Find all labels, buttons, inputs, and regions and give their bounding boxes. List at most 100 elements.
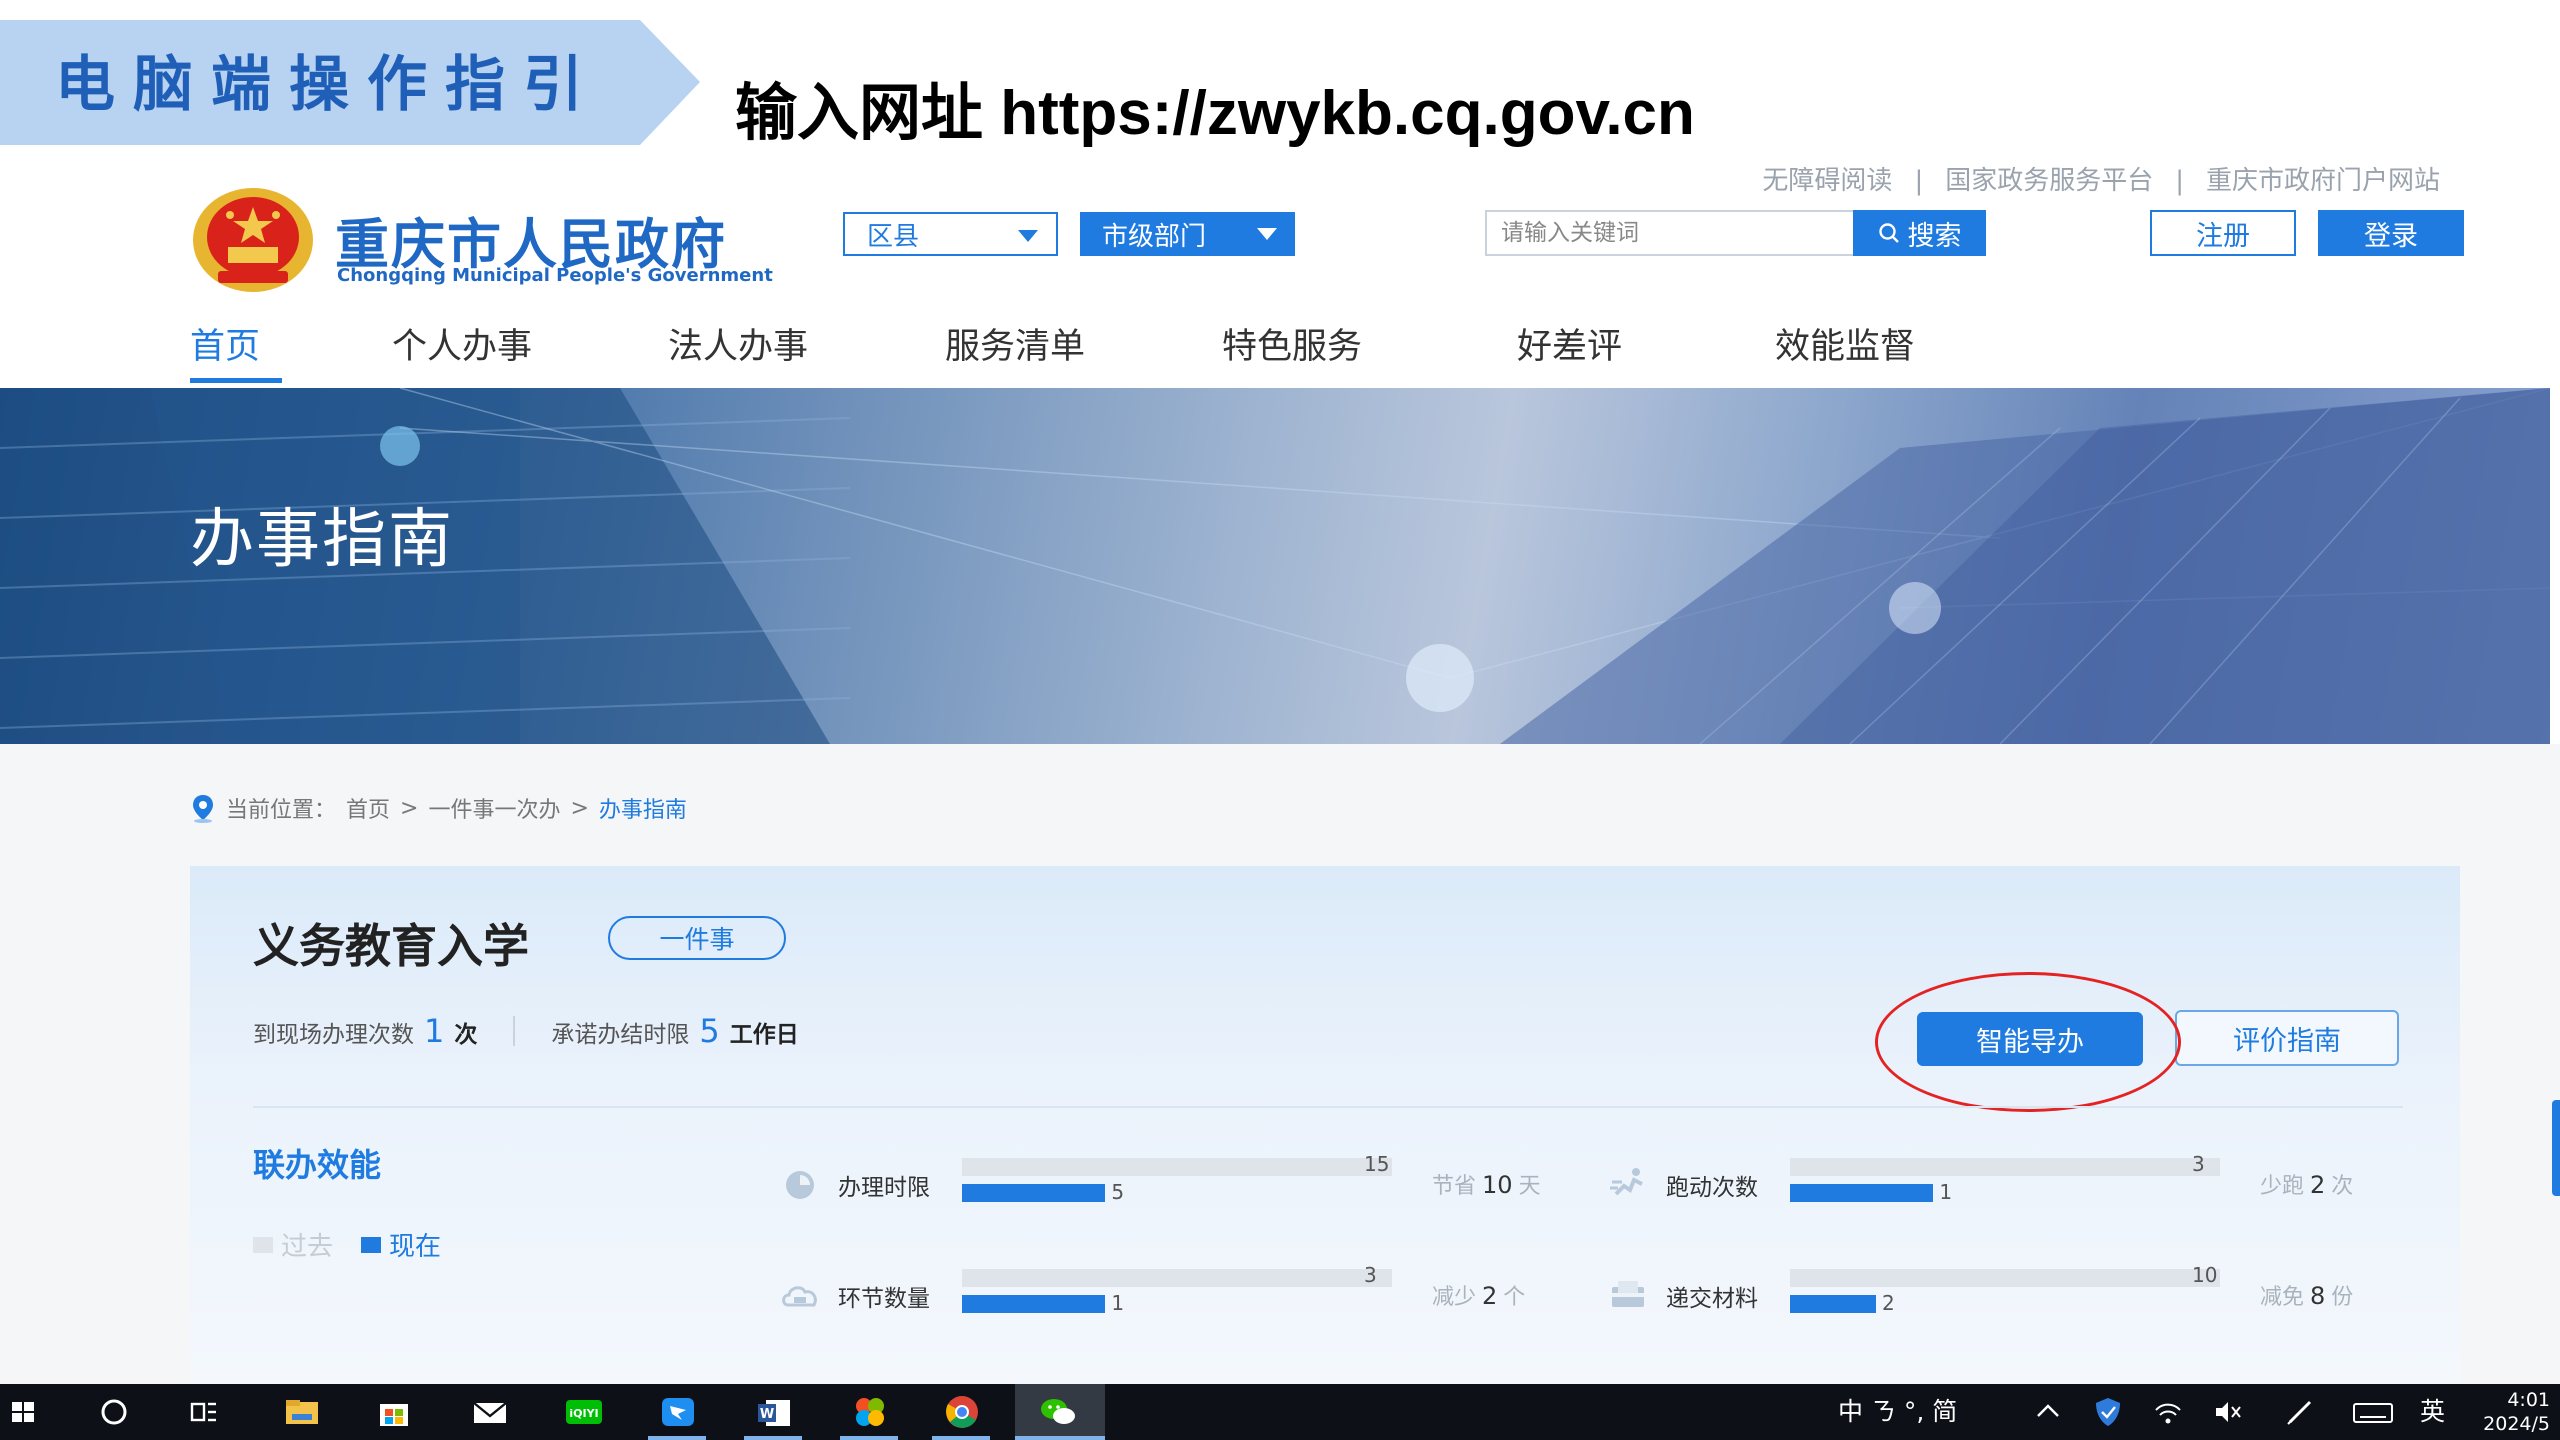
hero-title: 办事指南 [190, 503, 454, 577]
stat-divider [513, 1016, 516, 1046]
app-running-indicator [840, 1436, 898, 1440]
nav-rating[interactable]: 好差评 [1517, 318, 1622, 369]
ime-indicator[interactable]: 中 ㄋ °, 简 [1838, 1392, 1957, 1428]
link-accessible-reading[interactable]: 无障碍阅读 [1762, 166, 1892, 196]
word-icon[interactable]: W [752, 1392, 796, 1432]
nav-home[interactable]: 首页 [190, 318, 260, 369]
wechat-icon[interactable] [1036, 1392, 1080, 1432]
shield-icon[interactable] [2090, 1392, 2126, 1432]
nav-active-underline [190, 378, 282, 383]
top-links: 无障碍阅读 | 国家政务服务平台 | 重庆市政府门户网站 [1762, 166, 2440, 196]
search-input[interactable]: 请输入关键词 [1485, 210, 1855, 256]
app-running-indicator [648, 1436, 706, 1440]
login-button[interactable]: 登录 [2318, 210, 2464, 256]
bar-now [1790, 1184, 1934, 1202]
nav-personal[interactable]: 个人办事 [392, 318, 532, 369]
keyboard-icon[interactable] [2350, 1392, 2396, 1432]
metric-label: 递交材料 [1666, 1286, 1758, 1312]
search-icon [1878, 223, 1899, 243]
evaluate-guide-button[interactable]: 评价指南 [2175, 1010, 2399, 1066]
bar-now [962, 1184, 1106, 1202]
bar-now-value: 1 [1111, 1291, 1125, 1315]
site-logo-english: Chongqing Municipal People's Government [337, 265, 773, 286]
bar-past [962, 1158, 1392, 1176]
search-button-label: 搜索 [1907, 220, 1962, 252]
svg-text:W: W [760, 1407, 774, 1422]
service-stats: 到现场办理次数 1 次 承诺办结时限 5 工作日 [253, 1012, 799, 1050]
location-pin-icon [193, 795, 213, 823]
breadcrumb-current: 办事指南 [598, 798, 687, 823]
iqiyi-icon[interactable]: iQIYI [562, 1392, 606, 1432]
link-national-service-platform[interactable]: 国家政务服务平台 [1945, 166, 2153, 196]
bar-past-value: 15 [1364, 1152, 1390, 1176]
pinwheel-app-icon[interactable] [848, 1392, 892, 1432]
chevron-up-icon[interactable] [2030, 1392, 2066, 1432]
card-divider [253, 1106, 2403, 1108]
one-thing-tag: 一件事 [608, 916, 786, 960]
national-emblem-icon [193, 188, 313, 292]
department-select[interactable]: 市级部门 [1080, 212, 1295, 256]
system-clock[interactable]: 4:01 2024/5 [2483, 1388, 2550, 1436]
link-chongqing-portal[interactable]: 重庆市政府门户网站 [2206, 166, 2440, 196]
chevron-down-icon [1257, 228, 1277, 240]
limit-value: 5 [699, 1012, 720, 1050]
nav-corporate[interactable]: 法人办事 [668, 318, 808, 369]
breadcrumb-home[interactable]: 首页 [346, 792, 390, 824]
metric-label: 办理时限 [838, 1175, 930, 1201]
metric-saving: 节省 10 天 [1432, 1171, 1541, 1199]
legend-past-swatch [253, 1236, 273, 1253]
chart-legend: 过去 现在 [253, 1226, 441, 1263]
dingtalk-icon[interactable] [656, 1392, 700, 1432]
legend-past-label: 过去 [281, 1232, 334, 1262]
pen-icon[interactable] [2282, 1392, 2318, 1432]
metric-saving: 减免 8 份 [2260, 1282, 2354, 1310]
search-circle-icon[interactable] [92, 1392, 136, 1432]
service-title: 义务教育入学 [253, 919, 529, 973]
bar-now-value: 5 [1111, 1180, 1125, 1204]
bar-past-value: 3 [2192, 1152, 2205, 1176]
nav-supervision[interactable]: 效能监督 [1775, 318, 1915, 369]
runner-icon [1610, 1168, 1643, 1196]
breadcrumb-prefix: 当前位置： [226, 798, 337, 823]
wifi-icon[interactable] [2150, 1392, 2186, 1432]
side-float-tab[interactable] [2552, 1100, 2560, 1196]
bar-now [1790, 1295, 1876, 1313]
bar-past [1790, 1158, 2220, 1176]
windows-start-icon[interactable] [2, 1392, 46, 1432]
metric-label: 环节数量 [838, 1286, 930, 1312]
search-button[interactable]: 搜索 [1853, 210, 1986, 256]
breadcrumb-separator: > [400, 795, 419, 821]
nav-special-services[interactable]: 特色服务 [1222, 318, 1362, 369]
chrome-icon[interactable] [940, 1392, 984, 1432]
visits-unit: 次 [454, 1022, 478, 1048]
register-button[interactable]: 注册 [2150, 210, 2296, 256]
bar-past-value: 10 [2192, 1263, 2218, 1287]
volume-muted-icon[interactable] [2210, 1392, 2246, 1432]
service-guide-card: 义务教育入学 一件事 到现场办理次数 1 次 承诺办结时限 5 工作日 智能导办… [190, 866, 2460, 1386]
bar-now-value: 1 [1939, 1180, 1953, 1204]
legend-now: 现在 [361, 1226, 441, 1263]
nav-service-list[interactable]: 服务清单 [945, 318, 1085, 369]
breadcrumb: 当前位置： 首页 > 一件事一次办 > 办事指南 [190, 792, 687, 824]
annotation-circle [1875, 972, 2181, 1112]
bar-now-value: 2 [1882, 1291, 1895, 1315]
clock-date: 2024/5 [2483, 1413, 2550, 1435]
clock-icon [786, 1171, 814, 1199]
legend-now-swatch [361, 1236, 382, 1253]
district-select-label: 区县 [867, 221, 920, 252]
task-view-icon[interactable] [182, 1392, 226, 1432]
language-indicator[interactable]: 英 [2420, 1392, 2445, 1428]
guide-url-text: 输入网址 https://zwykb.cq.gov.cn [735, 79, 1695, 148]
file-explorer-icon[interactable] [280, 1392, 324, 1432]
app-running-indicator [744, 1436, 802, 1440]
chevron-down-icon [1018, 230, 1038, 242]
store-icon[interactable] [372, 1392, 416, 1432]
legend-past: 过去 [253, 1226, 333, 1263]
bar-past [1790, 1269, 2220, 1287]
district-select[interactable]: 区县 [843, 212, 1058, 256]
app-running-indicator [932, 1436, 990, 1440]
metric-saving: 少跑 2 次 [2260, 1171, 2354, 1199]
hero-banner: 办事指南 [0, 388, 2550, 744]
breadcrumb-one-thing[interactable]: 一件事一次办 [428, 792, 560, 824]
mail-icon[interactable] [468, 1392, 512, 1432]
